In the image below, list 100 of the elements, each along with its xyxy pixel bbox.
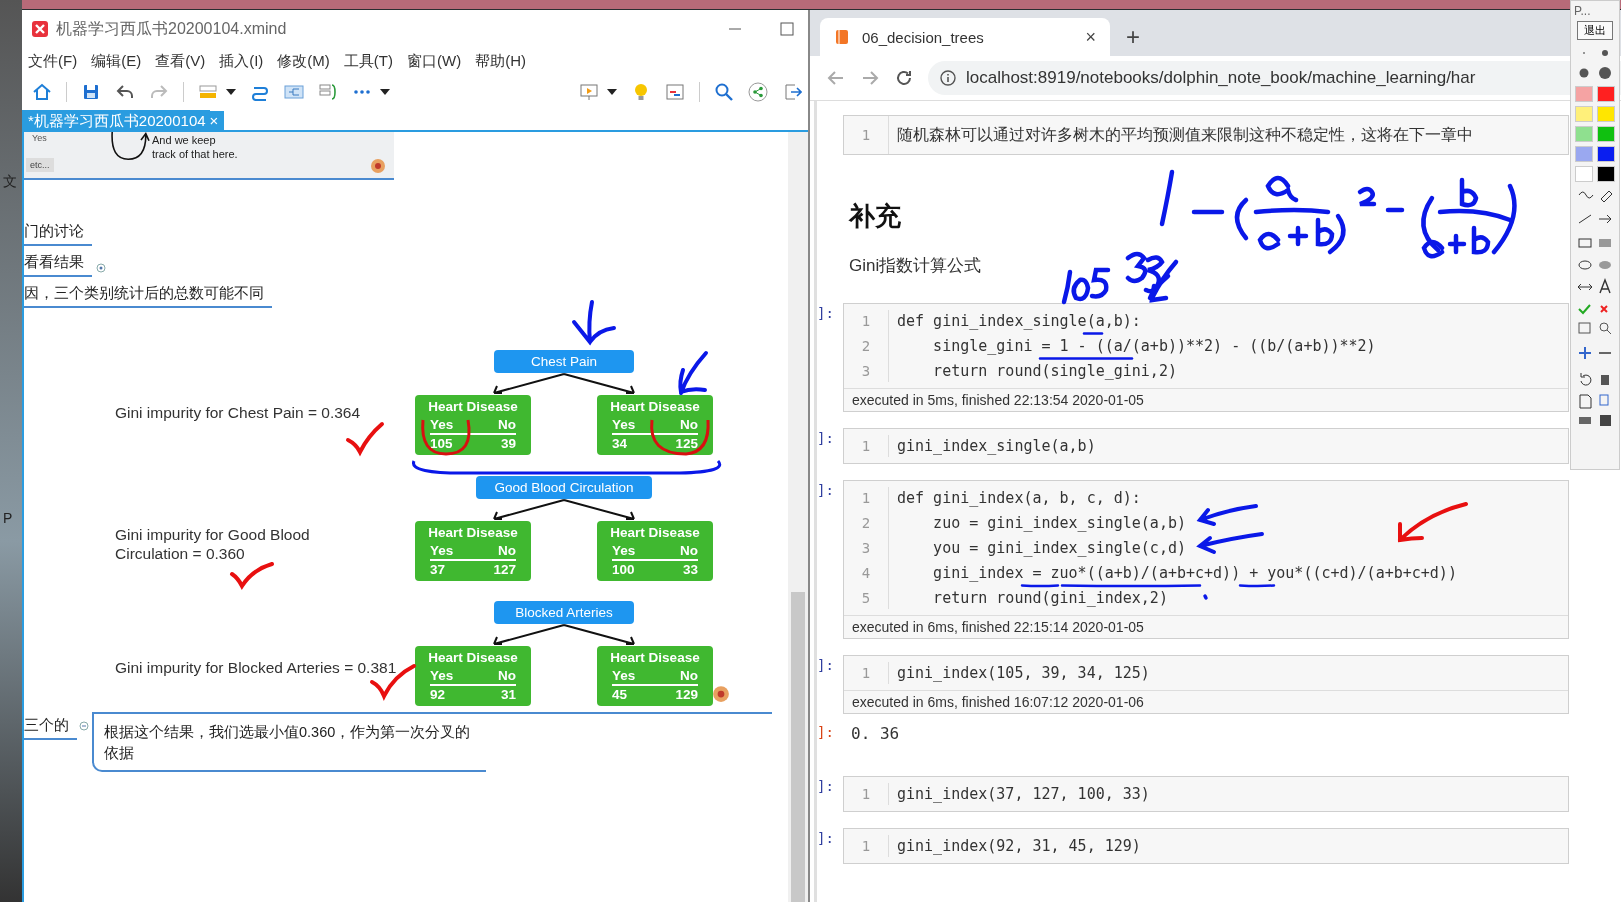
code-line: return round(single_gini,2) — [932, 361, 1177, 382]
home-icon[interactable] — [32, 82, 52, 102]
search-icon[interactable] — [714, 82, 734, 102]
menu-item[interactable]: 文件(F) — [28, 51, 78, 71]
panel-icon[interactable] — [665, 82, 685, 102]
color-swatch[interactable] — [1597, 146, 1615, 162]
code-line: zuo = gini_index_single(a,b) — [932, 513, 1186, 534]
leaf-label: No — [498, 667, 516, 684]
code-cell[interactable] — [843, 480, 1569, 639]
code-cell[interactable]: 1 2 3 def gini_index_single(a,b): single_gini = 1 - ((a/(a+b))**2) - ((b/(a+b))**2) return round(single_gini,2) executed in 5ms, finished 22:13:54 2020-01-05 — [843, 303, 1569, 412]
color-swatch[interactable] — [1597, 166, 1615, 182]
presentation-icon[interactable] — [579, 82, 599, 102]
menu-item[interactable]: 查看(V) — [155, 51, 206, 71]
color-swatch[interactable] — [1597, 106, 1615, 122]
code-line: return round(gini_index,2) — [932, 588, 1168, 609]
note-topic[interactable]: 根据这个结果，我们选最小值0.360，作为第一次分叉的依据 — [92, 714, 486, 772]
arrow-drawing — [572, 300, 616, 344]
leaf-label: Yes — [612, 542, 636, 559]
menu-item[interactable]: 窗口(W) — [407, 51, 462, 71]
leaf-label: No — [498, 542, 516, 559]
code-cell[interactable]: 1 gini_index_single(a,b) — [843, 428, 1569, 464]
leaf-title: Heart Disease — [428, 524, 518, 542]
tree-root-node: Blocked Arteries — [494, 601, 634, 624]
line-number: 3 — [860, 362, 872, 381]
share-icon[interactable] — [748, 82, 768, 102]
notebook-icon — [834, 29, 850, 45]
arrow-drawing — [678, 351, 708, 395]
export-icon[interactable] — [782, 82, 802, 102]
menu-item[interactable]: 帮助(H) — [475, 51, 526, 71]
code-cell[interactable]: 1 gini_index(105, 39, 34, 125) executed in 6ms, finished 16:07:12 2020-01-06 — [843, 655, 1569, 714]
leaf-count: 105 — [430, 435, 453, 452]
menu-item[interactable]: 插入(I) — [219, 51, 264, 71]
code-line: gini_index(105, 39, 34, 125) — [897, 663, 1150, 684]
leaf-label: No — [680, 667, 698, 684]
section-heading: 补充 — [849, 200, 902, 233]
collapse-marker-icon[interactable] — [96, 263, 106, 273]
topic[interactable]: 门的讨论 — [24, 220, 92, 246]
check-mark-drawing — [346, 422, 384, 454]
cell-prompt: ]: — [817, 830, 834, 846]
cell-output: 0. 36 — [851, 724, 900, 743]
leaf-title: Heart Disease — [610, 398, 700, 416]
arrow-drawing — [1198, 504, 1258, 526]
logo-icon — [370, 158, 386, 174]
color-swatch[interactable] — [1575, 166, 1593, 182]
save-icon[interactable] — [81, 82, 101, 102]
maximize-icon[interactable] — [780, 22, 794, 36]
cell-prompt: ]: — [817, 305, 834, 321]
caret-icon[interactable] — [607, 89, 617, 95]
close-tab-button[interactable]: × — [1085, 26, 1096, 48]
caret-icon[interactable] — [226, 89, 236, 95]
menu-item[interactable]: 工具(T) — [343, 51, 393, 71]
code-line: def gini_index(a, b, c, d): — [897, 488, 1141, 509]
leaf-title: Heart Disease — [428, 649, 518, 667]
topic[interactable]: 看看结果 — [24, 251, 92, 277]
output-prompt: ]: — [817, 724, 834, 740]
leaf-count: 34 — [612, 435, 628, 452]
code-cell[interactable]: 1 gini_index(92, 31, 45, 129) — [843, 828, 1569, 864]
topic[interactable]: 三个的 — [24, 714, 77, 740]
code-line: single_gini = 1 - ((a/(a+b))**2) - ((b/(a+b))**2) — [932, 336, 1376, 357]
line-number: 5 — [860, 589, 872, 608]
leaf-count: 33 — [682, 561, 698, 578]
leaf-title: Heart Disease — [610, 524, 700, 542]
topic[interactable]: 因，三个类别统计后的总数可能不同 — [24, 282, 272, 308]
leaf-title: Heart Disease — [428, 398, 518, 416]
exit-button[interactable]: 退出 — [1577, 21, 1613, 40]
markdown-cell[interactable]: 1 随机森林可以通过对许多树木的平均预测值来限制这种不稳定性，这将在下一章中 — [843, 115, 1569, 155]
collapse-marker-icon[interactable] — [79, 721, 89, 731]
summary-icon[interactable] — [318, 82, 338, 102]
structure-icon[interactable] — [284, 82, 304, 102]
menu-item[interactable]: 编辑(E) — [91, 51, 142, 71]
browser-tab[interactable]: 06_decision_trees × — [820, 18, 1110, 56]
info-icon[interactable] — [940, 70, 956, 86]
leaf-count: 100 — [612, 561, 635, 578]
cell-prompt: ]: — [817, 778, 834, 794]
leaf-label: Yes — [612, 667, 636, 684]
line-number: 2 — [860, 337, 872, 356]
line-number: 1 — [860, 837, 872, 856]
color-swatch[interactable] — [1575, 146, 1593, 162]
leaf-count: 31 — [500, 686, 516, 703]
gini-text: Gini impurity for Good Blood Circulation = 0.360 — [115, 525, 311, 563]
reload-icon[interactable] — [894, 68, 914, 88]
color-swatch[interactable] — [1575, 86, 1593, 102]
leaf-label: No — [680, 416, 698, 433]
menu-item[interactable]: 修改(M) — [277, 51, 330, 71]
color-swatch[interactable] — [1575, 106, 1593, 122]
leaf-count: 45 — [612, 686, 628, 703]
code-cell[interactable]: 1 gini_index(37, 127, 100, 33) — [843, 776, 1569, 812]
tree-root-node: Good Blood Circulation — [476, 476, 652, 499]
color-swatch[interactable] — [1597, 126, 1615, 142]
color-swatch[interactable] — [1597, 86, 1615, 102]
caret-icon[interactable] — [380, 89, 390, 95]
color-swatch[interactable] — [1575, 126, 1593, 142]
image-text: And we keep track of that here. — [152, 133, 239, 161]
address-bar[interactable]: localhost:8919/notebooks/dolphin_note_book/machine_learning/har — [928, 61, 1621, 95]
leaf-count: 37 — [430, 561, 446, 578]
scrollbar[interactable] — [788, 132, 808, 902]
code-line: gini_index = zuo*((a+b)/(a+b+c+d)) + you*((c+d)/(a+b+c+d)) — [932, 563, 1457, 584]
new-tab-button[interactable]: + — [1126, 23, 1140, 51]
cell-text: 随机森林可以通过对许多树木的平均预测值来限制这种不稳定性，这将在下一章中 — [888, 116, 1473, 154]
desktop-label: 文 — [3, 173, 17, 191]
